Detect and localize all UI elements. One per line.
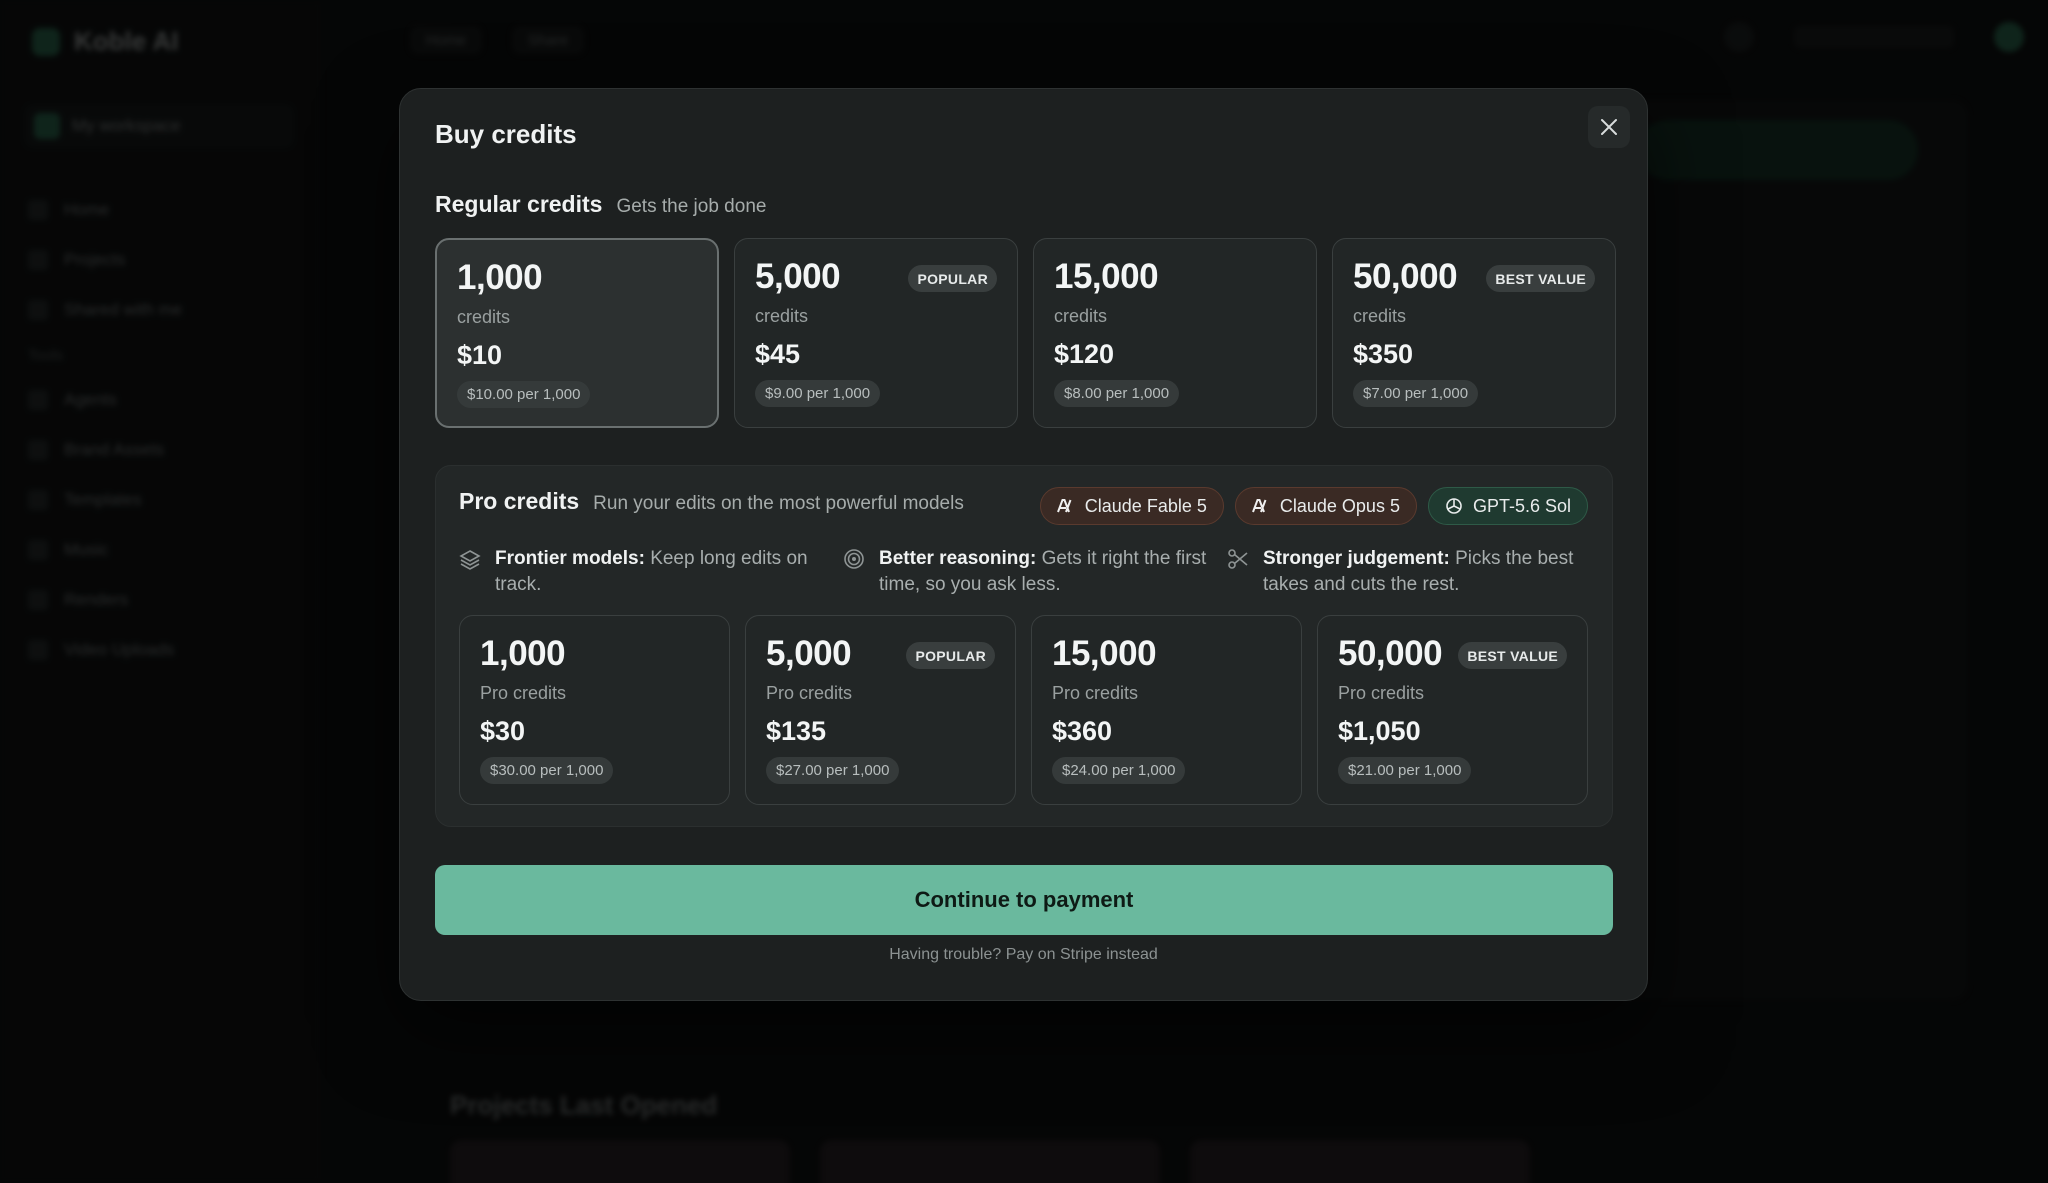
- feature-title: Frontier models:: [495, 548, 645, 569]
- regular-credits-subtitle: Gets the job done: [616, 196, 767, 217]
- pro-option-1000[interactable]: 1,000 Pro credits $30 $30.00 per 1,000: [459, 615, 730, 805]
- model-pills: Claude Fable 5 Claude Opus 5 GPT-5.6 Sol: [1039, 487, 1588, 525]
- regular-credits-title: Regular credits: [435, 191, 603, 217]
- credit-amount: 5,000: [766, 634, 852, 673]
- credit-amount: 5,000: [755, 257, 841, 296]
- target-icon: [844, 549, 864, 569]
- credit-price: $45: [755, 339, 801, 369]
- credit-amount: 50,000: [1353, 257, 1458, 296]
- feature-better-reasoning: Better reasoning: Gets it right the firs…: [843, 546, 1227, 598]
- credit-price: $350: [1353, 339, 1414, 369]
- pay-on-stripe-link[interactable]: Having trouble? Pay on Stripe instead: [400, 946, 1647, 964]
- credit-rate-badge: $8.00 per 1,000: [1054, 380, 1180, 407]
- feature-frontier-models: Frontier models: Keep long edits on trac…: [459, 546, 843, 598]
- credit-unit: Pro credits: [1052, 683, 1139, 703]
- credit-amount: 1,000: [457, 258, 543, 297]
- popular-badge: POPULAR: [906, 642, 995, 669]
- regular-option-50000[interactable]: 50,000 BEST VALUE credits $350 $7.00 per…: [1332, 238, 1616, 428]
- model-pill-gpt: GPT-5.6 Sol: [1427, 487, 1588, 525]
- model-label: Claude Fable 5: [1084, 495, 1207, 516]
- pro-option-15000[interactable]: 15,000 Pro credits $360 $24.00 per 1,000: [1031, 615, 1302, 805]
- credit-rate-badge: $9.00 per 1,000: [755, 380, 881, 407]
- credit-price: $1,050: [1338, 716, 1421, 746]
- credit-rate-badge: $21.00 per 1,000: [1338, 757, 1472, 784]
- close-button[interactable]: [1588, 106, 1630, 148]
- regular-credits-header: Regular credits Gets the job done: [435, 191, 766, 218]
- credit-unit: credits: [457, 307, 511, 327]
- continue-to-payment-button[interactable]: Continue to payment: [435, 865, 1613, 935]
- credit-amount: 15,000: [1054, 257, 1159, 296]
- model-label: GPT-5.6 Sol: [1472, 495, 1571, 516]
- anthropic-icon: [1056, 499, 1072, 513]
- pro-credits-section: Pro credits Run your edits on the most p…: [435, 465, 1613, 827]
- layers-icon: [459, 550, 481, 570]
- pro-features: Frontier models: Keep long edits on trac…: [459, 546, 1611, 598]
- feature-title: Better reasoning:: [879, 548, 1037, 569]
- best-value-badge: BEST VALUE: [1458, 642, 1567, 669]
- anthropic-icon: [1251, 499, 1267, 513]
- model-pill-claude-opus: Claude Opus 5: [1234, 487, 1417, 525]
- feature-stronger-judgement: Stronger judgement: Picks the best takes…: [1227, 546, 1611, 598]
- credit-price: $30: [480, 716, 526, 746]
- pro-option-5000[interactable]: 5,000 POPULAR Pro credits $135 $27.00 pe…: [745, 615, 1016, 805]
- model-pill-claude-fable: Claude Fable 5: [1039, 487, 1224, 525]
- credit-unit: credits: [1353, 306, 1407, 326]
- pro-option-50000[interactable]: 50,000 BEST VALUE Pro credits $1,050 $21…: [1317, 615, 1588, 805]
- close-icon: [1601, 119, 1617, 135]
- regular-option-5000[interactable]: 5,000 POPULAR credits $45 $9.00 per 1,00…: [734, 238, 1018, 428]
- credit-rate-badge: $27.00 per 1,000: [766, 757, 900, 784]
- credit-amount: 15,000: [1052, 634, 1157, 673]
- regular-option-15000[interactable]: 15,000 credits $120 $8.00 per 1,000: [1033, 238, 1317, 428]
- credit-unit: Pro credits: [1338, 683, 1425, 703]
- credit-price: $120: [1054, 339, 1115, 369]
- modal-title: Buy credits: [435, 119, 577, 149]
- popular-badge: POPULAR: [908, 265, 997, 292]
- regular-credit-options: 1,000 credits $10 $10.00 per 1,000 5,000…: [435, 238, 1616, 428]
- pro-credits-title: Pro credits: [459, 488, 580, 514]
- credit-rate-badge: $30.00 per 1,000: [480, 757, 614, 784]
- credit-rate-badge: $10.00 per 1,000: [457, 381, 591, 408]
- credit-amount: 50,000: [1338, 634, 1443, 673]
- model-label: Claude Opus 5: [1279, 495, 1400, 516]
- buy-credits-modal: Buy credits Regular credits Gets the job…: [399, 88, 1648, 1001]
- credit-price: $10: [457, 340, 503, 370]
- best-value-badge: BEST VALUE: [1486, 265, 1595, 292]
- credit-price: $360: [1052, 716, 1113, 746]
- feature-title: Stronger judgement:: [1263, 548, 1450, 569]
- credit-unit: Pro credits: [480, 683, 567, 703]
- credit-unit: Pro credits: [766, 683, 853, 703]
- openai-icon: [1446, 498, 1462, 514]
- credit-price: $135: [766, 716, 827, 746]
- pro-credits-subtitle: Run your edits on the most powerful mode…: [593, 493, 964, 514]
- pro-credits-header: Pro credits Run your edits on the most p…: [459, 488, 964, 515]
- credit-unit: credits: [1054, 306, 1108, 326]
- regular-option-1000[interactable]: 1,000 credits $10 $10.00 per 1,000: [435, 238, 719, 428]
- credit-amount: 1,000: [480, 634, 566, 673]
- credit-unit: credits: [755, 306, 809, 326]
- credit-rate-badge: $24.00 per 1,000: [1052, 757, 1186, 784]
- credit-rate-badge: $7.00 per 1,000: [1353, 380, 1479, 407]
- scissors-icon: [1228, 549, 1248, 569]
- pro-credit-options: 1,000 Pro credits $30 $30.00 per 1,000 5…: [459, 615, 1588, 805]
